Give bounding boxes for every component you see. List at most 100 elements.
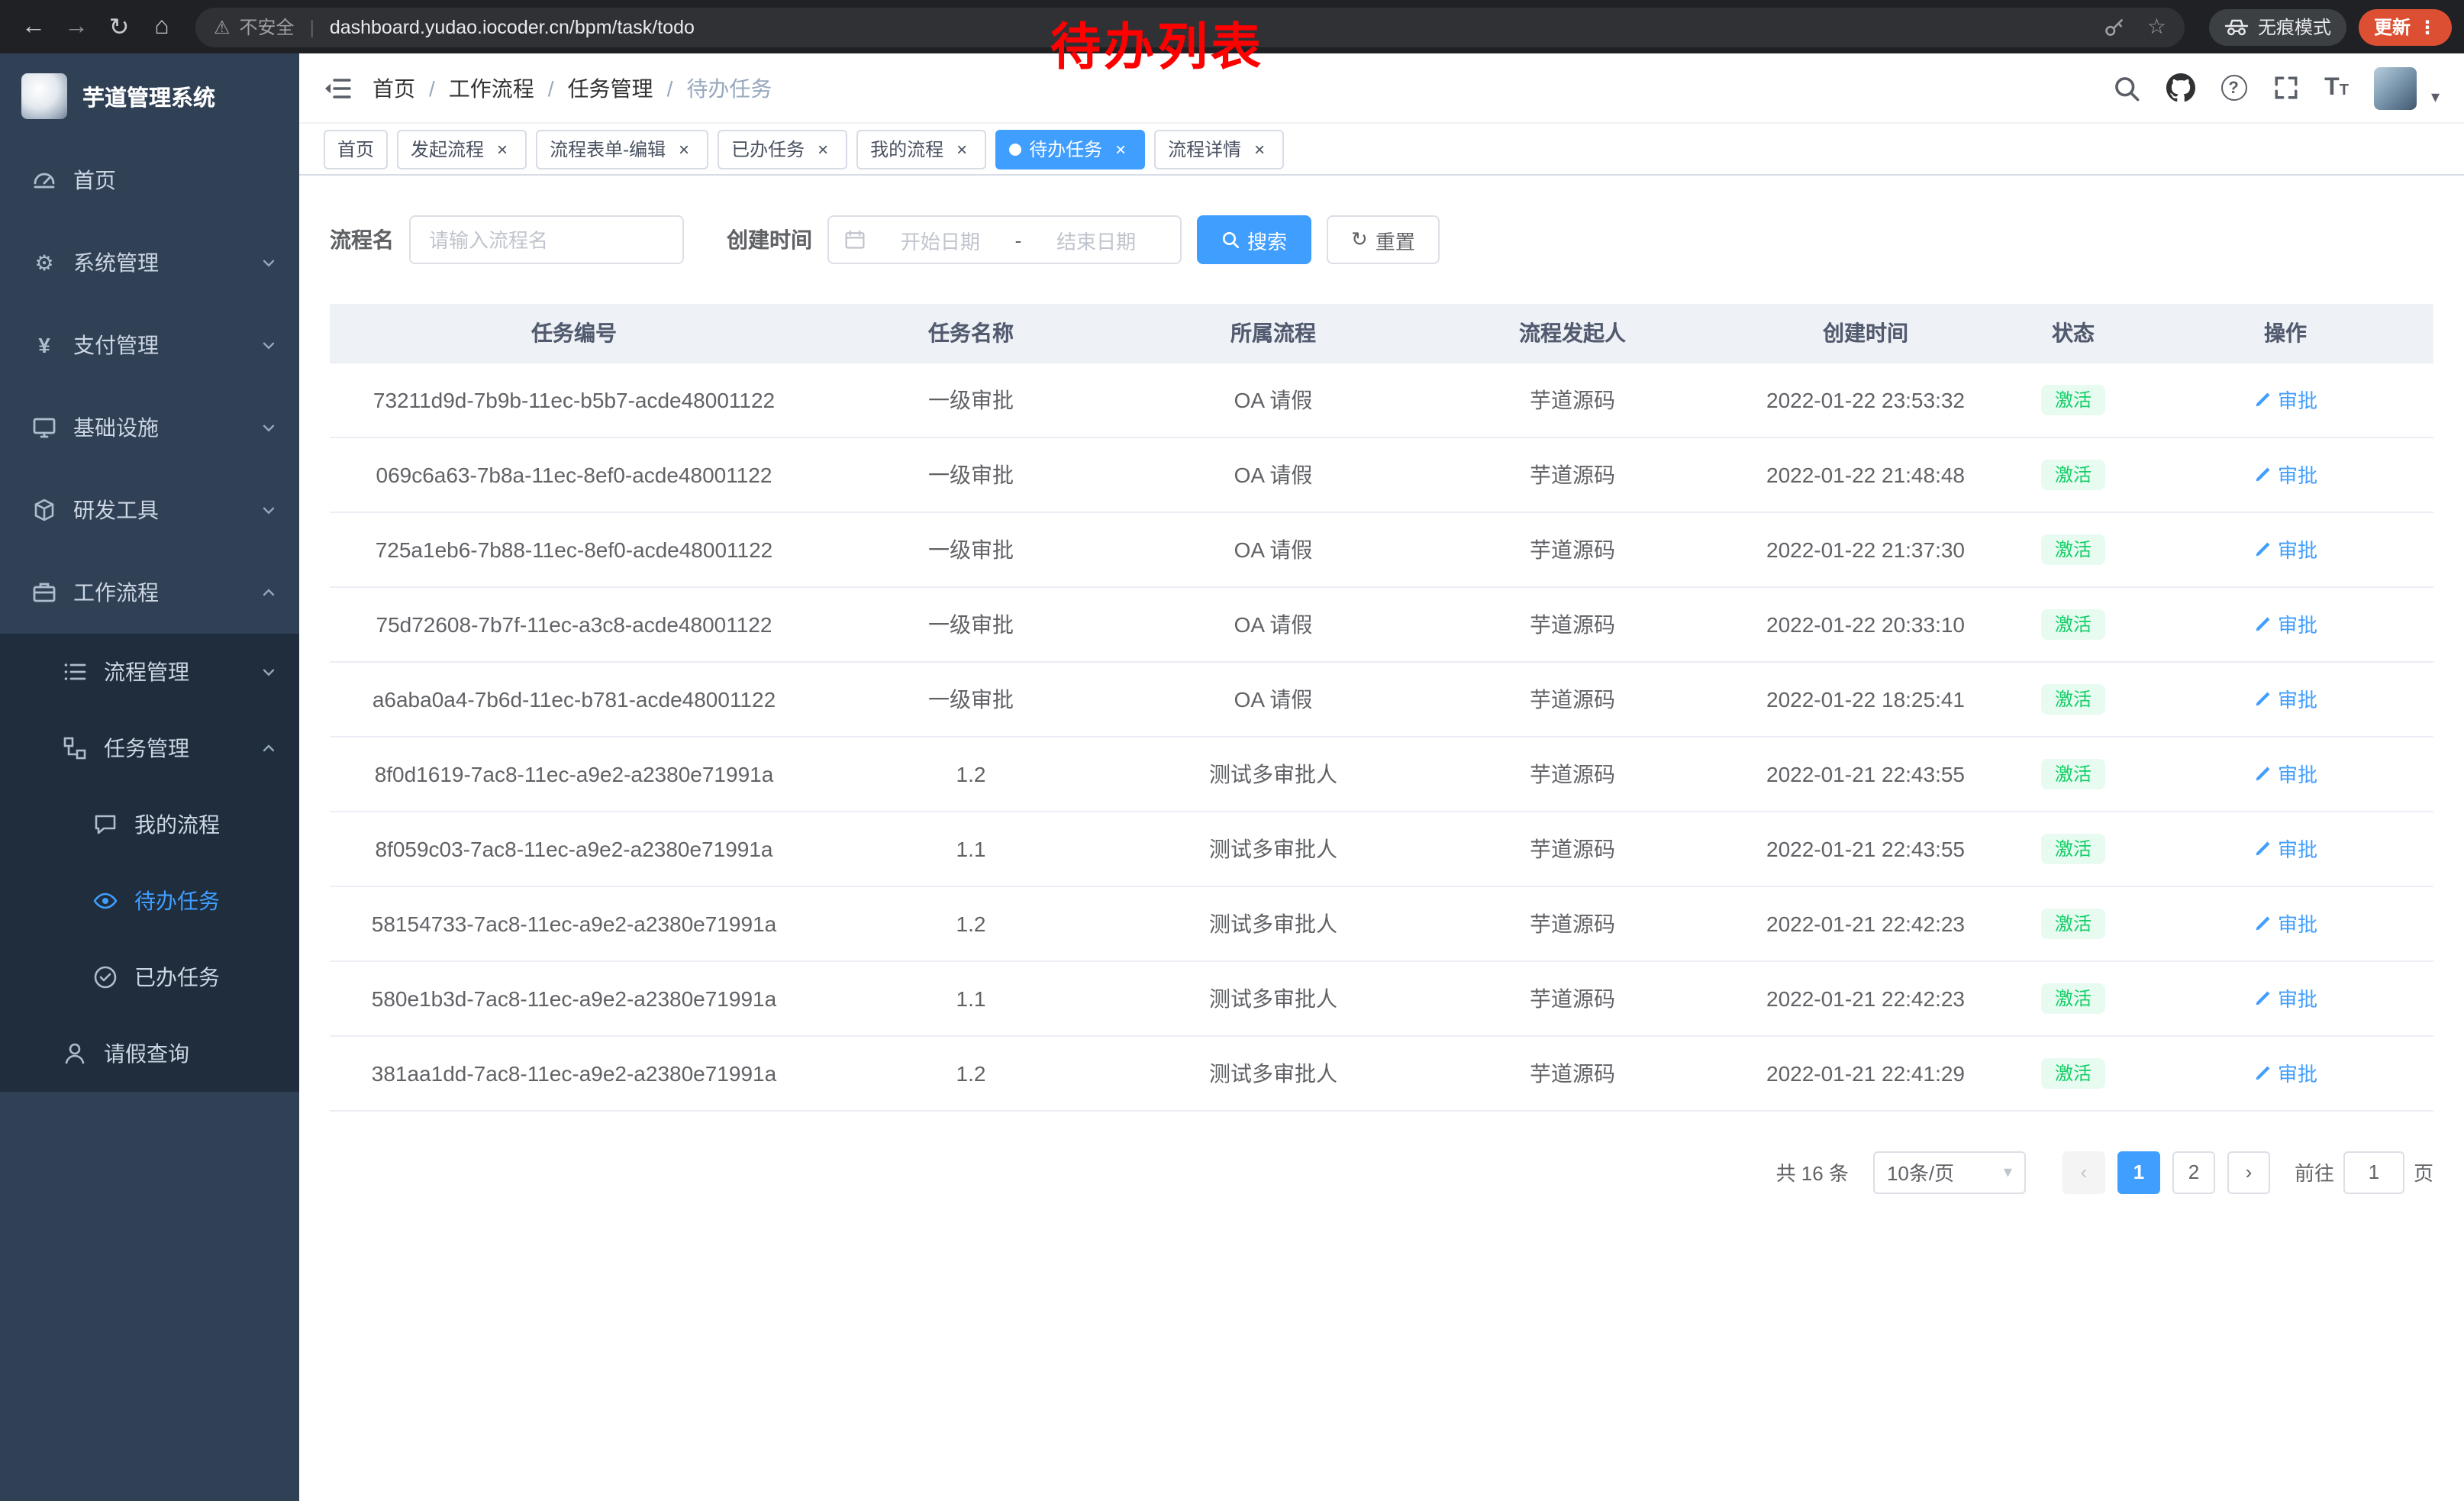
address-bar[interactable]: ⚠ 不安全 | dashboard.yudao.iocoder.cn/bpm/t… (195, 7, 2185, 47)
browser-back-icon[interactable]: ← (12, 5, 55, 48)
tab-start-process[interactable]: 发起流程 × (397, 129, 527, 169)
breadcrumb-task-mgmt[interactable]: 任务管理 (568, 73, 653, 103)
approve-button[interactable]: 审批 (2253, 684, 2317, 713)
goto-page-input[interactable] (2343, 1151, 2404, 1193)
col-status: 状态 (2009, 304, 2137, 362)
sidebar-item-done-tasks[interactable]: 已办任务 (0, 939, 299, 1015)
close-icon[interactable]: × (1249, 138, 1270, 160)
url-text: dashboard.yudao.iocoder.cn/bpm/task/todo (330, 16, 695, 37)
avatar-caret-icon[interactable]: ▾ (2431, 86, 2440, 109)
create-time-label: 创建时间 (727, 224, 812, 255)
sidebar-item-process-mgmt[interactable]: 流程管理 (0, 634, 299, 710)
breadcrumb-workflow[interactable]: 工作流程 (449, 73, 534, 103)
status-badge: 激活 (2041, 384, 2105, 415)
status-badge: 激活 (2041, 683, 2105, 714)
sidebar-item-todo-tasks[interactable]: 待办任务 (0, 863, 299, 939)
avatar[interactable] (2375, 66, 2417, 109)
app-logo (21, 73, 67, 119)
cell-task-id: 75d72608-7b7f-11ec-a3c8-acde48001122 (330, 586, 818, 661)
browser-update-button[interactable]: 更新 ⋮ (2359, 8, 2452, 45)
sidebar-item-home[interactable]: 首页 (0, 139, 299, 221)
sidebar-item-label: 首页 (73, 165, 278, 195)
process-name-input[interactable] (409, 215, 684, 264)
next-page-button[interactable]: › (2227, 1151, 2270, 1193)
sidebar-item-payment[interactable]: ¥ 支付管理 (0, 304, 299, 386)
browser-menu-kebab-icon[interactable]: ⋮ (2418, 16, 2437, 37)
page-size-select[interactable]: 10条/页 ▾ (1873, 1151, 2026, 1193)
sidebar-item-label: 请假查询 (104, 1038, 278, 1069)
cell-task-name: 1.1 (818, 960, 1124, 1035)
tab-home[interactable]: 首页 (324, 129, 388, 169)
chevron-up-icon (260, 583, 278, 602)
table-row: 381aa1dd-7ac8-11ec-a9e2-a2380e71991a 1.2… (330, 1035, 2433, 1110)
approve-button[interactable]: 审批 (2253, 909, 2317, 938)
cell-task-id: 8f0d1619-7ac8-11ec-a9e2-a2380e71991a (330, 736, 818, 811)
workflow-submenu: 流程管理 任务管理 (0, 634, 299, 1092)
tab-done-tasks[interactable]: 已办任务 × (718, 129, 847, 169)
search-icon[interactable] (2112, 74, 2140, 102)
cell-task-id: 381aa1dd-7ac8-11ec-a9e2-a2380e71991a (330, 1035, 818, 1110)
reset-button[interactable]: ↻ 重置 (1327, 215, 1440, 264)
cell-process: 测试多审批人 (1124, 960, 1423, 1035)
approve-button[interactable]: 审批 (2253, 759, 2317, 788)
close-icon[interactable]: × (492, 138, 513, 160)
fullscreen-icon[interactable] (2272, 75, 2298, 101)
sidebar-item-leave-query[interactable]: 请假查询 (0, 1015, 299, 1092)
approve-button[interactable]: 审批 (2253, 460, 2317, 489)
app-logo-row[interactable]: 芋道管理系统 (0, 53, 299, 139)
sidebar-item-devtools[interactable]: 研发工具 (0, 469, 299, 551)
sidebar-item-my-processes[interactable]: 我的流程 (0, 786, 299, 863)
cell-created: 2022-01-22 18:25:41 (1722, 661, 2009, 736)
sidebar-item-task-mgmt[interactable]: 任务管理 (0, 710, 299, 786)
password-key-icon[interactable] (2104, 16, 2126, 37)
cell-starter: 芋道源码 (1423, 437, 1722, 512)
browser-refresh-icon[interactable]: ↻ (98, 5, 140, 48)
approve-button[interactable]: 审批 (2253, 385, 2317, 414)
prev-page-button[interactable]: ‹ (2062, 1151, 2105, 1193)
sidebar-item-infra[interactable]: 基础设施 (0, 386, 299, 469)
close-icon[interactable]: × (951, 138, 972, 160)
col-task-name: 任务名称 (818, 304, 1124, 362)
sidebar-item-label: 流程管理 (104, 657, 260, 687)
cell-process: OA 请假 (1124, 512, 1423, 586)
list-icon (61, 660, 89, 684)
sidebar-item-system[interactable]: ⚙ 系统管理 (0, 221, 299, 304)
security-label: 不安全 (240, 14, 295, 40)
breadcrumb-home[interactable]: 首页 (373, 73, 415, 103)
sidebar-item-workflow[interactable]: 工作流程 (0, 551, 299, 634)
tab-process-detail[interactable]: 流程详情 × (1154, 129, 1284, 169)
sidebar-collapse-icon[interactable] (324, 76, 351, 100)
tab-form-edit[interactable]: 流程表单-编辑 × (536, 129, 708, 169)
cell-created: 2022-01-22 23:53:32 (1722, 362, 2009, 437)
github-icon[interactable] (2166, 73, 2195, 102)
flow-icon (61, 736, 89, 760)
approve-button[interactable]: 审批 (2253, 983, 2317, 1012)
approve-button[interactable]: 审批 (2253, 534, 2317, 563)
bookmark-star-icon[interactable]: ☆ (2147, 14, 2166, 40)
page-button-2[interactable]: 2 (2172, 1151, 2215, 1193)
close-icon[interactable]: × (1110, 138, 1131, 160)
approve-button[interactable]: 审批 (2253, 834, 2317, 863)
page-button-1[interactable]: 1 (2117, 1151, 2160, 1193)
date-range-picker[interactable]: 开始日期 - 结束日期 (827, 215, 1182, 264)
tab-todo-tasks[interactable]: 待办任务 × (995, 129, 1145, 169)
sidebar-item-label: 研发工具 (73, 495, 260, 525)
font-size-icon[interactable]: TT (2324, 74, 2349, 102)
approve-button[interactable]: 审批 (2253, 1058, 2317, 1087)
range-separator: - (1015, 228, 1022, 251)
browser-home-icon[interactable]: ⌂ (140, 5, 183, 48)
cell-process: OA 请假 (1124, 437, 1423, 512)
browser-forward-icon[interactable]: → (55, 5, 98, 48)
close-icon[interactable]: × (673, 138, 695, 160)
cell-starter: 芋道源码 (1423, 512, 1722, 586)
cell-created: 2022-01-21 22:41:29 (1722, 1035, 2009, 1110)
incognito-icon (2224, 18, 2249, 36)
check-circle-icon (92, 965, 119, 989)
close-icon[interactable]: × (812, 138, 834, 160)
eye-icon (92, 889, 119, 913)
search-button[interactable]: 搜索 (1197, 215, 1311, 264)
tab-my-processes[interactable]: 我的流程 × (856, 129, 986, 169)
pagination: 共 16 条 10条/页 ▾ ‹ 1 2 › 前往 页 (330, 1151, 2433, 1193)
approve-button[interactable]: 审批 (2253, 609, 2317, 638)
help-icon[interactable]: ? (2221, 75, 2246, 101)
